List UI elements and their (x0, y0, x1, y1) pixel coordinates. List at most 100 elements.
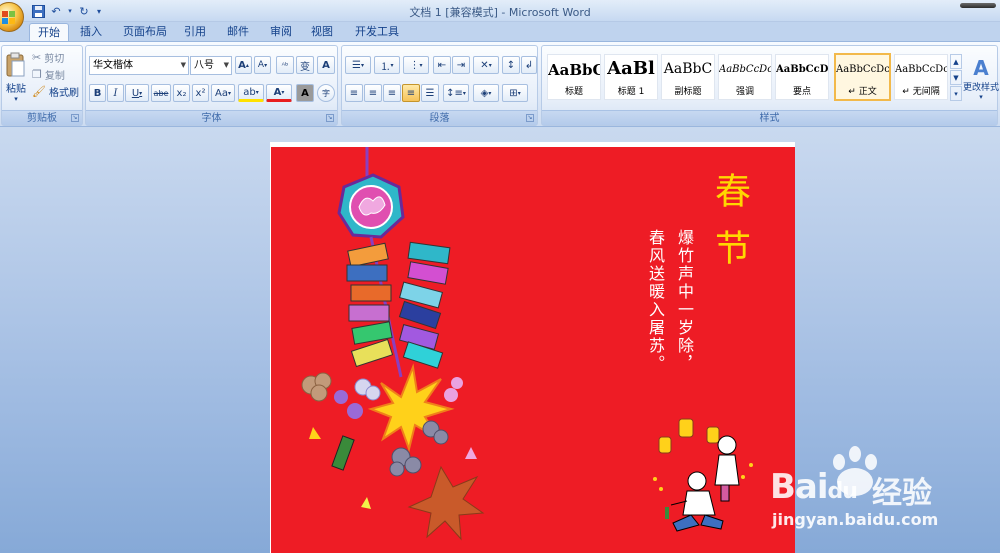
paste-icon (6, 52, 25, 76)
style-emphasis-sample: AaBbCcDc (719, 64, 771, 75)
justify-icon: ≡ (406, 87, 416, 99)
copy-button[interactable]: ❐ 复制 (32, 67, 65, 82)
line-spacing-button[interactable]: ↕≡ ▾ (443, 84, 469, 102)
grow-font-button[interactable]: A ▴ (235, 56, 252, 74)
bold-button[interactable]: B (89, 84, 106, 102)
cut-button[interactable]: ✂ 剪切 (32, 50, 65, 65)
style-normal[interactable]: AaBbCcDc ↵ 正文 (834, 53, 891, 101)
style-heading1[interactable]: AaBl 标题 1 (604, 54, 658, 100)
numbering-button[interactable]: ⒈ ▾ (374, 56, 400, 74)
increase-indent-icon: ⇥ (456, 59, 466, 71)
font-size-combo[interactable]: 八号 ▼ (190, 56, 232, 75)
italic-label: I (113, 87, 118, 99)
style-emphasis-name: 强调 (735, 87, 754, 97)
align-center-button[interactable]: ≡ (364, 84, 382, 102)
style-title[interactable]: AaBbC 标题 (547, 54, 601, 100)
change-case-button[interactable]: Aa ▾ (211, 84, 235, 102)
bullets-icon: ☰ (352, 59, 361, 71)
style-no-spacing[interactable]: AaBbCcDc ↵ 无间隔 (894, 54, 948, 100)
font-name-value: 华文楷体 (93, 60, 133, 71)
tab-references[interactable]: 引用 (176, 23, 214, 42)
change-styles-button[interactable]: A 更改样式 ▾ (963, 50, 1000, 106)
borders-button[interactable]: ⊞ ▾ (502, 84, 528, 102)
paragraph-group: ☰ ▾ ⒈ ▾ ⋮ ▾ ⇤ ⇥ ✕ ▾ ↕ ↲ ≡ ≡ ≡ ≡ ☰ ↕≡ ▾ ◈ ▾ ⊞ ▾ … (341, 45, 538, 126)
phonetic-guide-label: 变 (300, 61, 310, 73)
clear-format-button[interactable]: ᴬᵇ (276, 56, 294, 74)
window-control-bar[interactable] (960, 3, 996, 8)
strikethrough-button[interactable]: abe (151, 84, 171, 102)
multilevel-list-button[interactable]: ⋮ ▾ (403, 56, 429, 74)
tab-developer[interactable]: 开发工具 (347, 23, 407, 42)
tab-view[interactable]: 视图 (303, 23, 341, 42)
style-normal-sample: AaBbCcDc (836, 64, 889, 75)
office-logo-icon (2, 11, 16, 24)
watermark-brand: Baidu (770, 467, 858, 507)
tab-mailings[interactable]: 邮件 (219, 23, 257, 42)
style-no-spacing-sample: AaBbCcDc (895, 64, 947, 75)
paragraph-launcher-icon[interactable]: ↘ (526, 114, 534, 122)
decrease-indent-icon: ⇤ (437, 59, 447, 71)
styles-scroll-down-icon[interactable]: ▼ (950, 70, 962, 85)
font-name-dropdown-icon: ▼ (180, 61, 186, 69)
paste-button[interactable]: 粘贴 ▾ (4, 48, 28, 106)
enclose-char-label: 字 (322, 88, 330, 98)
styles-more-icon[interactable]: ▾ (950, 86, 962, 101)
italic-button[interactable]: I (107, 84, 124, 102)
watermark-brand-du: du (827, 479, 858, 504)
font-group: 华文楷体 ▼ 八号 ▼ A ▴ A ▾ ᴬᵇ 变 A B I U ▾ abe x₂ x² … (85, 45, 338, 126)
bullets-button[interactable]: ☰ ▾ (345, 56, 371, 74)
font-name-combo[interactable]: 华文楷体 ▼ (89, 56, 189, 75)
shrink-font-button[interactable]: A ▾ (254, 56, 271, 74)
ribbon: 粘贴 ▾ ✂ 剪切 ❐ 复制 🖌 格式刷 剪贴板 ↘ 华文楷体 ▼ 八号 ▼ A ▴ A ▾ … (0, 41, 1000, 127)
show-marks-button[interactable]: ↲ (521, 56, 537, 74)
styles-scroll-up-icon[interactable]: ▲ (950, 54, 962, 69)
grow-font-label: A (238, 59, 246, 71)
decrease-indent-button[interactable]: ⇤ (433, 56, 451, 74)
style-strong-sample: AaBbCcD (776, 64, 828, 75)
change-styles-label: 更改样式 (963, 82, 1000, 93)
enclose-char-button[interactable]: 字 (317, 84, 335, 102)
paste-dropdown-icon: ▾ (14, 94, 18, 103)
highlight-label: ab (243, 86, 256, 98)
chinese-layout-button[interactable]: ✕ ▾ (473, 56, 499, 74)
style-heading1-name: 标题 1 (617, 87, 645, 97)
style-no-spacing-name: ↵ 无间隔 (902, 87, 940, 97)
change-case-label: Aa (215, 87, 228, 99)
watermark-jingyan: 经验 (872, 476, 932, 511)
phonetic-guide-button[interactable]: 变 (296, 56, 314, 74)
sort-button[interactable]: ↕ (502, 56, 520, 74)
style-strong[interactable]: AaBbCcD 要点 (775, 54, 829, 100)
style-emphasis[interactable]: AaBbCcDc 强调 (718, 54, 772, 100)
justify-button[interactable]: ≡ (402, 84, 420, 102)
style-strong-name: 要点 (792, 87, 811, 97)
align-left-icon: ≡ (349, 87, 359, 99)
font-size-dropdown-icon: ▼ (223, 61, 229, 69)
font-group-label: 字体 (86, 110, 337, 125)
subscript-button[interactable]: x₂ (173, 84, 190, 102)
style-subtitle[interactable]: AaBbC 副标题 (661, 54, 715, 100)
clipboard-launcher-icon[interactable]: ↘ (71, 114, 79, 122)
copy-label: 复制 (44, 70, 65, 82)
distributed-button[interactable]: ☰ (421, 84, 439, 102)
shading-button[interactable]: ◈ ▾ (473, 84, 499, 102)
underline-button[interactable]: U ▾ (125, 84, 149, 102)
highlight-button[interactable]: ab ▾ (238, 84, 264, 102)
tab-page-layout[interactable]: 页面布局 (115, 23, 175, 42)
tab-home[interactable]: 开始 (29, 23, 69, 42)
align-right-button[interactable]: ≡ (383, 84, 401, 102)
cut-label: 剪切 (44, 53, 65, 65)
firecracker-illustration (301, 147, 485, 541)
superscript-button[interactable]: x² (192, 84, 209, 102)
char-shading-button[interactable]: A (296, 84, 314, 102)
style-subtitle-name: 副标题 (674, 87, 702, 97)
format-painter-button[interactable]: 🖌 格式刷 (32, 84, 79, 99)
tab-review[interactable]: 审阅 (262, 23, 300, 42)
font-launcher-icon[interactable]: ↘ (326, 114, 334, 122)
align-left-button[interactable]: ≡ (345, 84, 363, 102)
increase-indent-button[interactable]: ⇥ (452, 56, 470, 74)
poem-line-2: 春风送暖入屠苏。 (646, 229, 665, 373)
font-color-button[interactable]: A ▾ (266, 84, 292, 102)
tab-insert[interactable]: 插入 (72, 23, 110, 42)
font-size-value: 八号 (194, 60, 214, 71)
char-border-button[interactable]: A (317, 56, 335, 74)
